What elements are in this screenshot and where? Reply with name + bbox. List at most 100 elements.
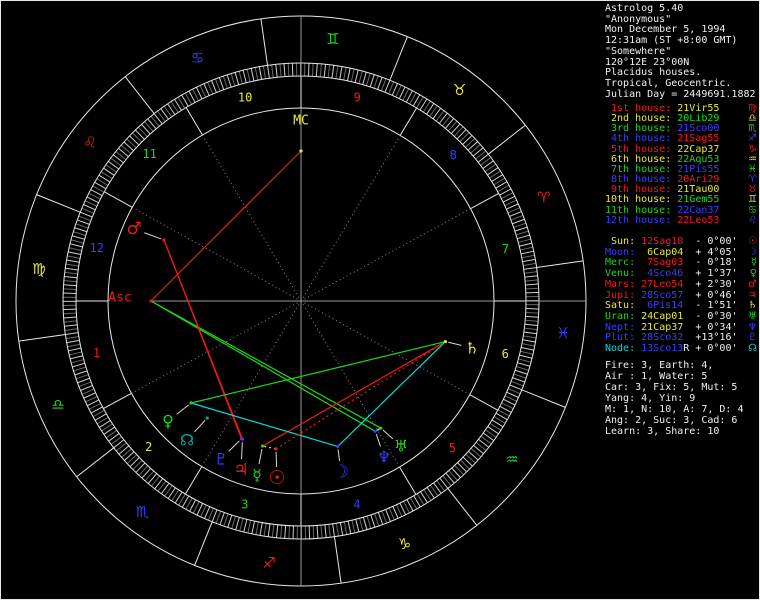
header-line: "Somewhere" xyxy=(605,45,672,57)
degree-tick xyxy=(519,242,532,247)
degree-tick xyxy=(459,459,470,470)
degree-tick xyxy=(75,374,89,380)
degree-tick xyxy=(395,84,402,98)
degree-tick xyxy=(373,75,379,89)
planet-velocity: + 0°34' xyxy=(689,321,738,333)
planet-position-dot xyxy=(260,444,265,448)
degree-tick xyxy=(355,519,360,532)
planet-position-value: 4Sco46 xyxy=(641,268,684,280)
degree-tick xyxy=(73,231,86,237)
degree-tick xyxy=(275,524,279,538)
info-panel: Astrolog 5.40 "Anonymous" Mon December 5, … xyxy=(603,1,759,599)
degree-tick xyxy=(523,267,537,270)
house-number: 6 xyxy=(502,347,509,361)
planet-position-dot xyxy=(373,429,377,433)
degree-tick xyxy=(509,384,522,391)
degree-tick xyxy=(231,516,237,529)
degree-tick xyxy=(271,64,274,78)
degree-tick xyxy=(525,319,539,322)
planet-label: Merc: xyxy=(605,257,636,269)
degree-tick xyxy=(243,519,248,533)
degree-tick xyxy=(83,204,96,211)
planet-velocity: - 0°00' xyxy=(689,236,738,247)
degree-tick xyxy=(77,377,90,384)
house-number: 7 xyxy=(502,242,509,256)
planet-icon-mercury: ☿ xyxy=(252,466,262,485)
degree-tick xyxy=(323,64,327,78)
planet-pointer-line xyxy=(275,451,278,468)
planet-velocity: + 2°30' xyxy=(689,278,738,290)
planet-velocity: + 1°37' xyxy=(689,268,738,280)
degree-tick xyxy=(385,509,391,522)
planet-label: Uran: xyxy=(605,310,636,322)
zodiac-sign-icon: ♎ xyxy=(51,396,64,414)
planet-position-value: 12Sag18 xyxy=(641,236,684,247)
sign-boundary xyxy=(447,488,478,526)
degree-tick xyxy=(226,74,232,88)
degree-tick xyxy=(377,77,383,90)
degree-tick xyxy=(263,523,267,537)
degree-tick xyxy=(332,523,335,537)
planet-icon-node: ☊ xyxy=(180,431,194,450)
degree-tick xyxy=(359,518,364,531)
degree-tick xyxy=(456,129,467,140)
stat-line: Yang: 4, Yin: 9 xyxy=(605,393,696,404)
degree-tick xyxy=(275,64,278,78)
degree-tick xyxy=(522,258,536,263)
degree-tick xyxy=(351,520,356,533)
degree-tick xyxy=(513,222,527,228)
planet-pointer-line xyxy=(241,442,243,460)
degree-tick xyxy=(312,525,315,539)
degree-tick xyxy=(509,211,522,217)
aspect-line-moon-venus xyxy=(190,402,338,448)
planet-icon-uranus: ♅ xyxy=(394,437,408,456)
degree-tick xyxy=(507,207,521,214)
planet-pointer-line xyxy=(258,448,263,465)
degree-tick xyxy=(288,525,291,539)
degree-tick xyxy=(346,68,351,81)
planet-icon-venus: ♀ xyxy=(162,412,174,431)
degree-tick xyxy=(279,63,282,77)
degree-tick xyxy=(69,243,83,248)
house-cusp-ray xyxy=(132,206,302,302)
degree-tick xyxy=(510,214,524,221)
house-cusp-line xyxy=(399,107,418,136)
planet-label: Moon: xyxy=(605,246,636,258)
degree-tick xyxy=(459,132,470,143)
sign-boundary xyxy=(36,194,81,213)
degree-tick xyxy=(74,370,88,376)
zodiac-sign-icon: ♐ xyxy=(262,554,275,572)
degree-tick xyxy=(339,66,343,80)
zodiac-sign-icon: ♓ xyxy=(556,324,569,342)
degree-tick xyxy=(65,267,79,271)
degree-tick xyxy=(316,525,319,539)
mc-point-dot xyxy=(299,149,303,153)
planet-label: Jupi: xyxy=(605,289,636,301)
degree-tick xyxy=(457,462,467,473)
aspect-line-asc-mc xyxy=(150,150,302,302)
degree-tick xyxy=(320,525,323,539)
planet-icon-jupiter: ♃ xyxy=(233,460,248,480)
degree-tick xyxy=(287,63,290,77)
degree-tick xyxy=(524,275,538,278)
house-cusp-line xyxy=(184,466,203,495)
degree-tick xyxy=(462,456,473,467)
sign-boundary xyxy=(18,333,66,342)
degree-tick xyxy=(267,65,270,79)
degree-tick xyxy=(64,324,78,327)
degree-tick xyxy=(513,373,527,379)
planet-row: Node: 13Sco13R + 0°00' ☊ xyxy=(605,343,759,355)
degree-tick xyxy=(347,520,352,534)
degree-tick xyxy=(135,129,145,140)
degree-tick xyxy=(267,523,271,537)
degree-tick xyxy=(525,287,539,290)
zodiac-sign-icon: ♌ xyxy=(748,214,757,226)
planet-position-dot xyxy=(336,444,340,449)
planet-position-value: 13Sco13 xyxy=(641,343,684,355)
house-cusp-ray xyxy=(300,300,470,396)
degree-tick xyxy=(284,525,287,539)
planet-pointer-line xyxy=(176,404,189,415)
degree-tick xyxy=(227,514,233,528)
degree-tick xyxy=(66,259,80,263)
degree-tick xyxy=(335,65,339,79)
